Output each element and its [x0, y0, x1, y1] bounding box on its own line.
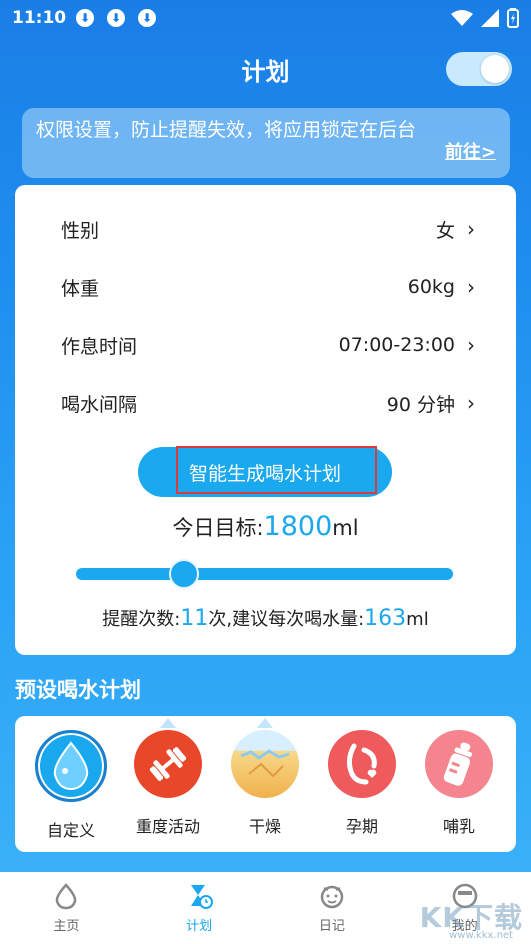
chevron-right-icon: ›	[467, 275, 475, 299]
water-drop-icon	[35, 730, 107, 802]
chevron-right-icon: ›	[467, 333, 475, 357]
status-bar: 11:10 ⬇ ⬇ ⬇	[0, 0, 531, 36]
settings-card: 性别 女 › 体重 60kg › 作息时间 07:00-23:00 › 喝水间隔…	[15, 185, 516, 655]
preset-heavy-activity[interactable]: 重度活动	[123, 718, 213, 837]
dumbbell-icon	[134, 718, 202, 798]
signal-icon	[481, 9, 499, 27]
page-title: 计划	[241, 57, 290, 86]
chevron-right-icon: ›	[467, 217, 475, 241]
preset-label: 自定义	[46, 821, 95, 840]
pointer-triangle	[257, 718, 273, 728]
preset-dry[interactable]: 干燥	[220, 718, 310, 837]
reminder-toggle[interactable]	[446, 52, 512, 86]
home-drop-icon	[56, 883, 77, 910]
permission-notice: 权限设置，防止提醒失效，将应用锁定在后台 前往>	[22, 108, 510, 178]
setting-row-schedule[interactable]: 作息时间 07:00-23:00 ›	[61, 325, 475, 365]
tab-label: 日记	[318, 919, 345, 934]
battery-icon	[507, 8, 519, 28]
status-time: 11:10	[12, 8, 67, 28]
setting-value: 90 分钟	[386, 393, 455, 416]
tab-label: 计划	[186, 919, 213, 934]
setting-value: 女	[435, 219, 455, 242]
download-icon: ⬇	[138, 9, 157, 27]
download-icon: ⬇	[107, 9, 126, 27]
remind-count: 11	[180, 606, 209, 631]
setting-label: 作息时间	[61, 335, 138, 358]
tab-plan[interactable]: 计划	[133, 872, 266, 944]
preset-breastfeeding[interactable]: 哺乳	[414, 730, 504, 837]
dry-glass-icon	[231, 718, 299, 798]
reminder-summary: 提醒次数:11次,建议每次喝水量:163ml	[15, 605, 516, 631]
preset-label: 哺乳	[442, 817, 475, 836]
target-slider-track[interactable]	[76, 568, 453, 580]
target-label: 今日目标:	[172, 516, 264, 540]
preset-pregnancy[interactable]: 孕期	[317, 730, 407, 837]
pointer-triangle	[160, 718, 176, 728]
target-slider-thumb[interactable]	[168, 559, 199, 589]
wifi-icon	[451, 10, 473, 26]
plan-hourglass-icon	[191, 885, 214, 909]
diary-face-icon	[320, 885, 344, 909]
per-drink-amount: 163	[364, 606, 407, 631]
tab-diary[interactable]: 日记	[266, 872, 399, 944]
watermark-url: www.kkx.net	[449, 930, 513, 941]
setting-label: 体重	[61, 277, 100, 300]
page-header: 计划	[0, 44, 531, 94]
remind-mid-text: 次,建议每次喝水量:	[208, 609, 365, 630]
per-drink-unit: ml	[406, 609, 429, 630]
generate-plan-button[interactable]: 智能生成喝水计划	[138, 447, 392, 497]
remind-label: 提醒次数:	[102, 609, 181, 630]
notice-go-link[interactable]: 前往>	[445, 138, 496, 164]
download-icon: ⬇	[76, 9, 95, 27]
chevron-right-icon: ›	[467, 391, 475, 415]
tab-label: 主页	[53, 919, 80, 934]
setting-value: 07:00-23:00	[338, 334, 455, 356]
status-indicators	[451, 8, 519, 28]
preset-custom[interactable]: 自定义	[26, 730, 116, 841]
setting-row-gender[interactable]: 性别 女 ›	[61, 209, 475, 249]
notice-text: 权限设置，防止提醒失效，将应用锁定在后台	[36, 119, 417, 141]
target-unit: ml	[332, 516, 359, 540]
tab-home[interactable]: 主页	[0, 872, 133, 944]
presets-section-title: 预设喝水计划	[15, 678, 141, 702]
setting-row-interval[interactable]: 喝水间隔 90 分钟 ›	[61, 383, 475, 423]
toggle-knob	[481, 55, 509, 83]
daily-target: 今日目标:1800ml	[15, 511, 516, 542]
pregnancy-icon	[328, 730, 396, 798]
setting-value: 60kg	[407, 276, 455, 298]
preset-label: 干燥	[248, 817, 281, 836]
setting-label: 性别	[61, 219, 100, 242]
setting-row-weight[interactable]: 体重 60kg ›	[61, 267, 475, 307]
preset-label: 孕期	[345, 817, 378, 836]
target-value: 1800	[263, 511, 333, 542]
preset-label: 重度活动	[135, 817, 200, 836]
baby-bottle-icon	[425, 730, 493, 798]
setting-label: 喝水间隔	[61, 393, 138, 416]
presets-card: 自定义 重度活动 干燥 孕期 哺乳	[15, 716, 516, 852]
generate-plan-label: 智能生成喝水计划	[188, 462, 341, 485]
